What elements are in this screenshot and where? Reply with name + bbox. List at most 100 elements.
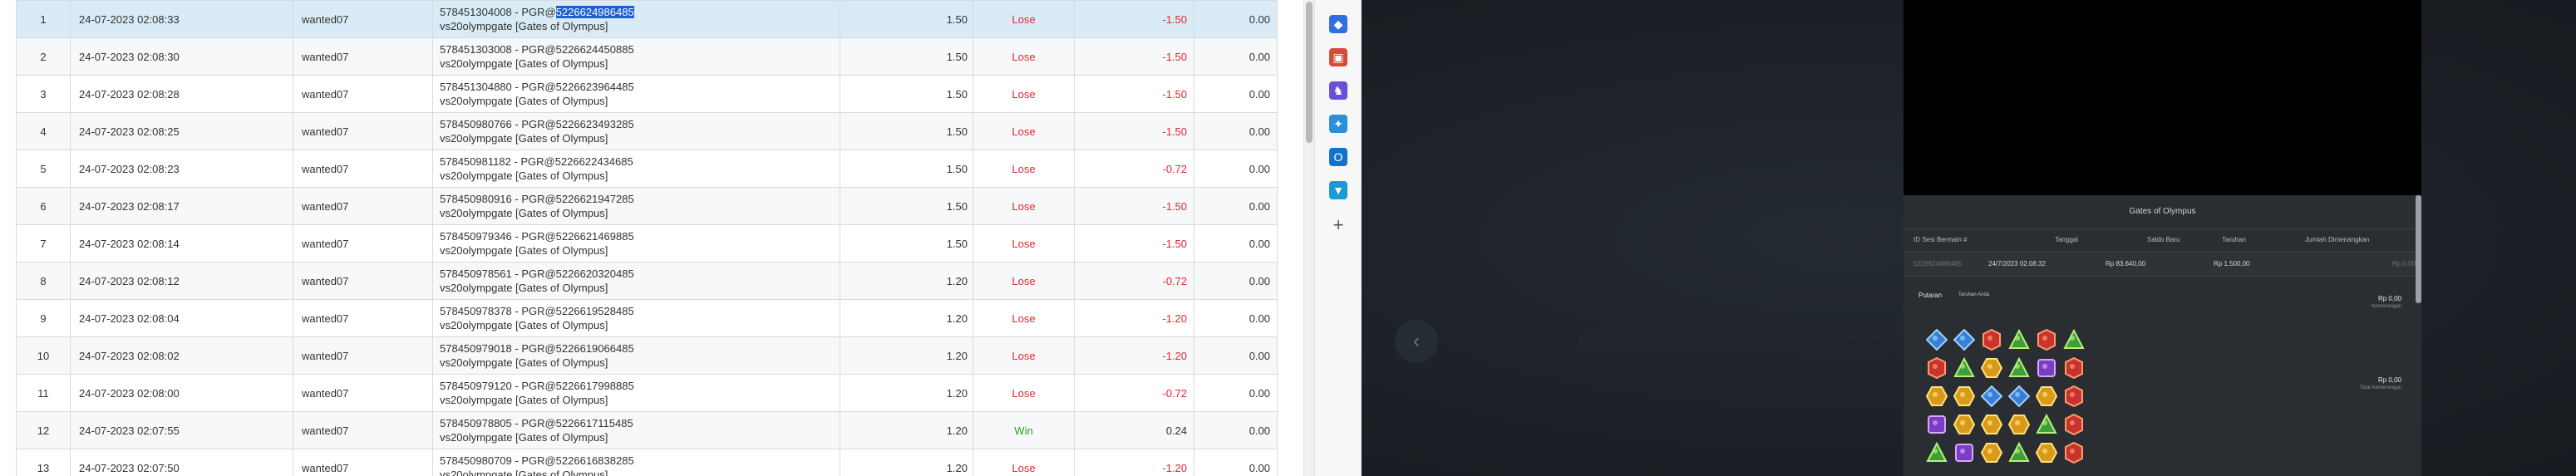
row-username: wanted07: [293, 150, 433, 188]
transaction-id-text: 578450980709 - PGR@5226616838285: [440, 454, 634, 467]
row-date: 24-07-2023 02:08:00: [70, 374, 293, 412]
table-row[interactable]: 13 24-07-2023 02:07:50 wanted07 57845098070…: [16, 449, 1278, 476]
row-bet: 1.50: [840, 37, 973, 76]
chess-icon[interactable]: ♞: [1329, 81, 1347, 100]
green-gem-icon: [2008, 357, 2030, 377]
total-win-label: Total Kemenangan: [2359, 385, 2401, 390]
table-row[interactable]: 7 24-07-2023 02:08:14 wanted07 578450979346…: [16, 224, 1278, 263]
row-bet: 1.50: [840, 224, 973, 263]
blue-gem-icon: [1981, 385, 2002, 407]
row-balance: 0.00: [1194, 37, 1278, 76]
row-balance: 0.00: [1194, 75, 1278, 113]
toolbox-icon[interactable]: ▣: [1329, 48, 1347, 66]
header-date: Tanggal: [2055, 236, 2079, 243]
blue-gem-icon: [1926, 329, 1948, 351]
row-transaction-id: 578451303008 - PGR@5226624450885: [440, 42, 835, 56]
row-description: 578450979120 - PGR@5226617998885 vs20olym…: [432, 374, 840, 412]
green-gem-icon: [1926, 442, 1948, 462]
row-balance: 0.00: [1194, 0, 1278, 38]
outlook-icon[interactable]: O: [1329, 148, 1347, 166]
row-username: wanted07: [293, 262, 433, 300]
cart-icon[interactable]: ▼: [1329, 181, 1347, 199]
total-win-value: Rp 0,00: [2377, 376, 2401, 384]
row-index: 1: [16, 0, 71, 38]
table-scroll-thumb[interactable]: [1306, 2, 1313, 143]
table-row[interactable]: 6 24-07-2023 02:08:17 wanted07 578450980916…: [16, 187, 1278, 225]
row-index: 13: [16, 449, 71, 476]
transaction-id-text: 578450978805 - PGR@5226617115485: [440, 417, 633, 429]
table-row[interactable]: 2 24-07-2023 02:08:30 wanted07 578451303008…: [16, 37, 1278, 76]
add-icon[interactable]: +: [1329, 216, 1347, 234]
round-id: 5226624986485: [1914, 260, 1962, 267]
row-amount: -0.72: [1074, 262, 1194, 300]
yellow-gem-icon: [1953, 415, 1975, 434]
table-row[interactable]: 9 24-07-2023 02:08:04 wanted07 578450978378…: [16, 299, 1278, 337]
row-bet: 1.20: [840, 299, 973, 337]
table-row[interactable]: 5 24-07-2023 02:08:23 wanted07 578450981182…: [16, 150, 1278, 188]
side-dock: ◆ ▣ ♞ ✦ O ▼ +: [1314, 0, 1362, 476]
transaction-id-text: 578450980916 - PGR@5226621947285: [440, 193, 634, 205]
row-date: 24-07-2023 02:08:17: [70, 187, 293, 225]
row-transaction-id: 578450979346 - PGR@5226621469885: [440, 229, 835, 243]
row-balance: 0.00: [1194, 187, 1278, 225]
transaction-id-text: 578451304008 - PGR@: [440, 6, 556, 18]
row-result: Lose: [973, 374, 1075, 412]
row-balance: 0.00: [1194, 112, 1278, 150]
row-username: wanted07: [293, 449, 433, 476]
transaction-id-text: 578451304880 - PGR@5226623964485: [440, 81, 634, 93]
row-index: 2: [16, 37, 71, 76]
row-amount: -1.20: [1074, 299, 1194, 337]
row-date: 24-07-2023 02:07:55: [70, 411, 293, 449]
green-gem-icon: [2008, 442, 2030, 462]
transaction-id-text: 578451303008 - PGR@5226624450885: [440, 43, 634, 56]
row-bet: 1.50: [840, 112, 973, 150]
back-arrow-icon[interactable]: ‹: [1395, 320, 1438, 363]
reel-grid: [1923, 326, 2088, 469]
game-viewer: ‹ Gates of Olympus ID Sesi Bermain # Tan…: [1362, 0, 2576, 476]
panel-scrollbar[interactable]: [2416, 195, 2421, 303]
copilot-icon[interactable]: ✦: [1329, 115, 1347, 133]
row-date: 24-07-2023 02:08:14: [70, 224, 293, 263]
row-index: 8: [16, 262, 71, 300]
spin-win-value: Rp 0,00: [2377, 295, 2401, 302]
row-description: 578450980709 - PGR@5226616838285 vs20olym…: [432, 449, 840, 476]
row-index: 7: [16, 224, 71, 263]
row-bet: 1.50: [840, 187, 973, 225]
table-row[interactable]: 10 24-07-2023 02:08:02 wanted07 57845097901…: [16, 336, 1278, 375]
purple-gem-icon: [1928, 415, 1946, 434]
tab-spin[interactable]: Putaran: [1918, 292, 1942, 299]
transaction-id-text: 578450979346 - PGR@5226621469885: [440, 230, 634, 243]
tab-your-bet[interactable]: Taruhan Anda: [1958, 292, 1989, 297]
table-scrollbar[interactable]: [1303, 0, 1314, 476]
row-description: 578450981182 - PGR@5226622434685 vs20olym…: [432, 150, 840, 188]
yellow-gem-icon: [1981, 415, 2002, 434]
green-gem-icon: [1953, 357, 1975, 377]
purple-gem-icon: [1955, 444, 1973, 462]
table-row[interactable]: 1 24-07-2023 02:08:33 wanted07 578451304008…: [16, 0, 1278, 38]
table-row[interactable]: 4 24-07-2023 02:08:25 wanted07 578450980766…: [16, 112, 1278, 150]
row-game-name: vs20olympgate [Gates of Olympus]: [440, 244, 608, 257]
spin-header: Putaran Taruhan Anda: [1904, 287, 2421, 307]
row-username: wanted07: [293, 187, 433, 225]
round-bet: Rp 1.500,00: [2214, 260, 2250, 267]
row-username: wanted07: [293, 224, 433, 263]
history-round-row[interactable]: 5226624986485 24/7/2023 02.08.32 Rp 83.6…: [1904, 252, 2421, 277]
row-description: 578451304008 - PGR@5226624986485 vs20olym…: [432, 0, 840, 38]
row-date: 24-07-2023 02:08:02: [70, 336, 293, 375]
table-row[interactable]: 11 24-07-2023 02:08:00 wanted07 57845097912…: [16, 374, 1278, 412]
row-game-name: vs20olympgate [Gates of Olympus]: [440, 356, 608, 369]
row-result: Lose: [973, 336, 1075, 375]
green-gem-icon: [2063, 329, 2085, 349]
red-gem-icon: [2065, 357, 2083, 379]
row-result: Lose: [973, 0, 1075, 38]
row-date: 24-07-2023 02:07:50: [70, 449, 293, 476]
table-row[interactable]: 12 24-07-2023 02:07:55 wanted07 57845097880…: [16, 411, 1278, 449]
tag-icon[interactable]: ◆: [1329, 15, 1347, 33]
row-transaction-id: 578450979120 - PGR@5226617998885: [440, 379, 835, 393]
table-row[interactable]: 8 24-07-2023 02:08:12 wanted07 578450978561…: [16, 262, 1278, 300]
table-row[interactable]: 3 24-07-2023 02:08:28 wanted07 578451304880…: [16, 75, 1278, 113]
row-game-name: vs20olympgate [Gates of Olympus]: [440, 431, 608, 444]
row-transaction-id: 578450981182 - PGR@5226622434685: [440, 155, 835, 169]
panel-title: Gates of Olympus: [2129, 207, 2196, 216]
row-username: wanted07: [293, 75, 433, 113]
